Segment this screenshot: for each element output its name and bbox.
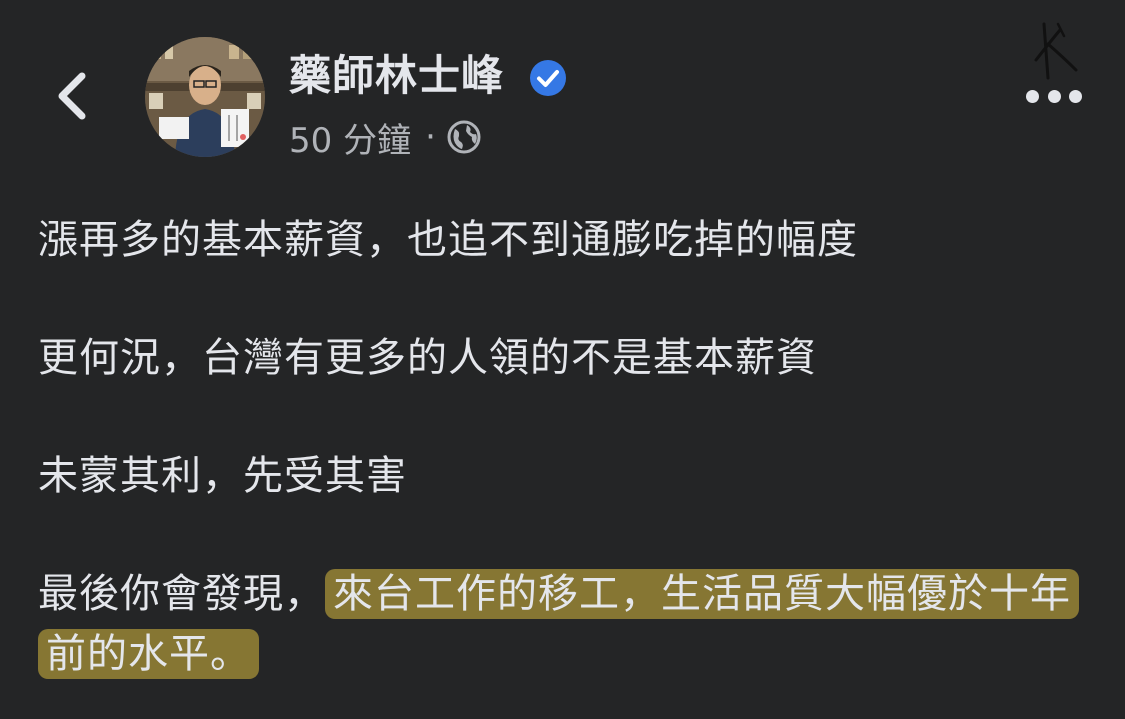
post-paragraph: 最後你會發現， 來台工作的移工，生活品質大幅優於十年前的水平。 <box>38 564 1079 684</box>
back-button[interactable] <box>46 64 96 128</box>
author-name[interactable]: 藥師林士峰 <box>289 46 504 106</box>
more-dot <box>1047 89 1061 103</box>
post-body: 漲再多的基本薪資，也追不到通膨吃掉的幅度 更何況，台灣有更多的人領的不是基本薪資… <box>38 210 1098 684</box>
post-meta: 50 分鐘 · <box>289 112 482 162</box>
verified-badge-icon <box>530 60 566 96</box>
post-text: 最後你會發現， <box>38 571 325 617</box>
more-dot <box>1069 89 1082 103</box>
more-dot <box>1026 89 1039 103</box>
post-paragraph: 漲再多的基本薪資，也追不到通膨吃掉的幅度 <box>38 217 858 263</box>
more-options-icon[interactable] <box>1026 84 1082 108</box>
post-paragraph: 未蒙其利，先受其害 <box>38 453 407 499</box>
post-screen: 藥師林士峰 50 分鐘 · 漲再多的基本薪資，也追不到通膨吃掉的幅度 更何況，台… <box>0 0 1125 719</box>
post-time[interactable]: 50 分鐘 <box>289 113 411 162</box>
avatar-photo <box>145 37 265 157</box>
globe-icon <box>447 120 481 154</box>
meta-separator: · <box>425 117 436 157</box>
chevron-left-icon <box>58 72 86 120</box>
signature-mark <box>1034 22 1078 80</box>
post-paragraph: 更何況，台灣有更多的人領的不是基本薪資 <box>38 335 817 381</box>
avatar[interactable] <box>145 37 265 157</box>
